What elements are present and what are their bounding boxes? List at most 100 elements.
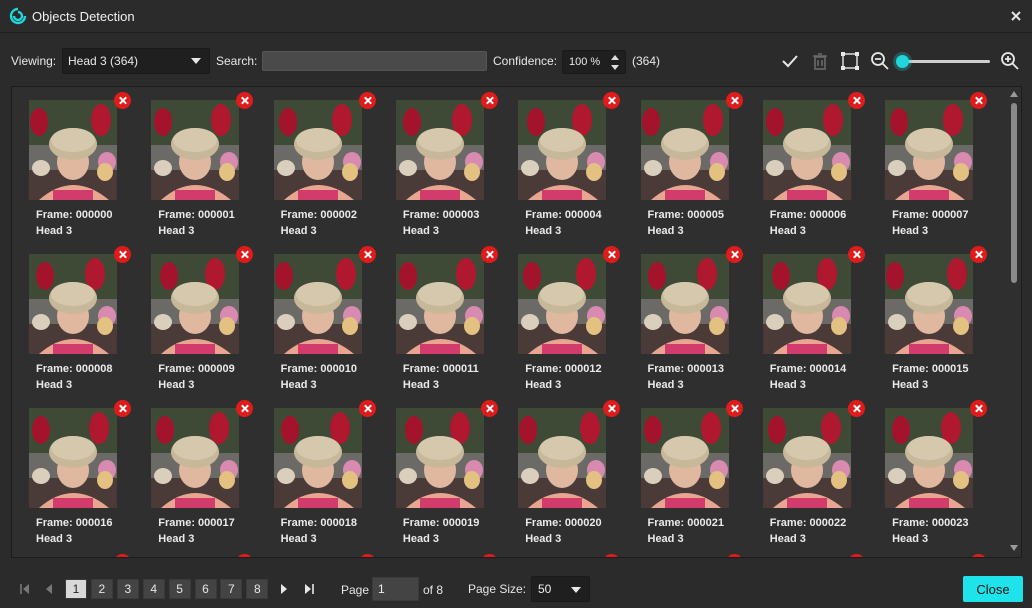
scrollbar-thumb[interactable] — [1011, 103, 1017, 283]
remove-x-icon[interactable] — [725, 246, 743, 263]
detection-thumbnail[interactable] — [518, 254, 607, 354]
page-button[interactable]: 4 — [142, 579, 165, 599]
scroll-down-icon[interactable] — [1010, 545, 1018, 551]
detection-thumbnail[interactable] — [151, 100, 240, 200]
remove-x-icon[interactable] — [725, 400, 743, 417]
detection-thumbnail[interactable] — [395, 408, 484, 508]
detection-thumbnail[interactable] — [518, 408, 607, 508]
page-button[interactable]: 1 — [65, 579, 87, 599]
remove-x-icon[interactable] — [358, 400, 376, 417]
detection-thumbnail[interactable] — [29, 408, 117, 508]
detection-thumbnail[interactable] — [273, 100, 362, 200]
remove-x-icon[interactable] — [480, 400, 498, 417]
detection-card[interactable]: Frame: 000020 Head 3 — [501, 395, 621, 547]
detection-thumbnail[interactable] — [273, 254, 362, 354]
zoom-out-icon[interactable] — [870, 51, 890, 71]
remove-x-icon[interactable] — [847, 92, 865, 109]
page-button[interactable]: 7 — [220, 579, 243, 599]
remove-x-icon[interactable] — [114, 400, 131, 417]
remove-x-icon[interactable] — [114, 92, 131, 109]
remove-x-icon[interactable] — [970, 400, 988, 417]
trash-icon[interactable] — [810, 51, 830, 71]
remove-x-icon[interactable] — [970, 554, 988, 557]
remove-x-icon[interactable] — [114, 246, 131, 263]
remove-x-icon[interactable] — [480, 554, 498, 557]
remove-x-icon[interactable] — [480, 92, 498, 109]
detection-thumbnail[interactable] — [885, 408, 974, 508]
close-icon[interactable] — [1008, 8, 1024, 24]
spin-up-icon[interactable] — [611, 55, 619, 60]
checkmark-icon[interactable] — [780, 51, 800, 71]
detection-card[interactable]: Frame: 000016 Head 3 — [12, 395, 131, 547]
scroll-up-icon[interactable] — [1010, 91, 1018, 97]
detection-card[interactable]: Frame: 000007 Head 3 — [868, 87, 988, 239]
remove-x-icon[interactable] — [603, 92, 621, 109]
vertical-scrollbar[interactable] — [1009, 89, 1019, 555]
remove-x-icon[interactable] — [970, 246, 988, 263]
detection-thumbnail[interactable] — [395, 100, 484, 200]
zoom-in-icon[interactable] — [1000, 51, 1020, 71]
page-number-input[interactable] — [372, 577, 419, 601]
detection-card[interactable]: Frame: 000000 Head 3 — [12, 87, 131, 239]
zoom-slider-track[interactable] — [902, 60, 990, 63]
detection-thumbnail[interactable] — [762, 408, 851, 508]
confidence-value[interactable]: 100 % — [569, 56, 600, 68]
page-button[interactable]: 6 — [194, 579, 217, 599]
prev-page-icon[interactable] — [43, 583, 55, 595]
last-page-icon[interactable] — [303, 583, 315, 595]
detection-thumbnail[interactable] — [762, 100, 851, 200]
remove-x-icon[interactable] — [847, 554, 865, 557]
detection-card[interactable]: Frame: 000010 Head 3 — [257, 241, 376, 393]
bounding-box-icon[interactable] — [840, 51, 860, 71]
page-button[interactable]: 3 — [116, 579, 139, 599]
detection-thumbnail[interactable] — [29, 254, 117, 354]
remove-x-icon[interactable] — [236, 246, 254, 263]
remove-x-icon[interactable] — [236, 400, 254, 417]
remove-x-icon[interactable] — [114, 554, 131, 557]
detection-thumbnail[interactable] — [640, 254, 729, 354]
remove-x-icon[interactable] — [603, 246, 621, 263]
first-page-icon[interactable] — [19, 583, 31, 595]
remove-x-icon[interactable] — [236, 92, 254, 109]
detection-thumbnail[interactable] — [151, 408, 240, 508]
remove-x-icon[interactable] — [970, 92, 988, 109]
detection-thumbnail[interactable] — [640, 100, 729, 200]
remove-x-icon[interactable] — [725, 92, 743, 109]
viewing-dropdown[interactable]: Head 3 (364) — [62, 48, 210, 74]
detection-card[interactable]: Frame: 000005 Head 3 — [624, 87, 743, 239]
detection-card[interactable]: Frame: 000021 Head 3 — [624, 395, 743, 547]
page-button[interactable]: 5 — [168, 579, 191, 599]
detection-card[interactable]: Frame: 000003 Head 3 — [379, 87, 498, 239]
detection-thumbnail[interactable] — [762, 254, 851, 354]
remove-x-icon[interactable] — [358, 92, 376, 109]
detection-card[interactable]: Frame: 000001 Head 3 — [134, 87, 254, 239]
close-button[interactable]: Close — [963, 576, 1023, 602]
detection-card[interactable]: Frame: 000023 Head 3 — [868, 395, 988, 547]
detection-card[interactable]: Frame: 000002 Head 3 — [257, 87, 376, 239]
remove-x-icon[interactable] — [236, 554, 254, 557]
detection-thumbnail[interactable] — [273, 408, 362, 508]
spin-down-icon[interactable] — [611, 65, 619, 70]
detection-card[interactable]: Frame: 000009 Head 3 — [134, 241, 254, 393]
remove-x-icon[interactable] — [480, 246, 498, 263]
detection-card[interactable]: Frame: 000011 Head 3 — [379, 241, 498, 393]
detection-thumbnail[interactable] — [151, 254, 240, 354]
page-button[interactable]: 8 — [246, 579, 269, 599]
confidence-stepper[interactable]: 100 % — [562, 50, 626, 74]
remove-x-icon[interactable] — [358, 554, 376, 557]
remove-x-icon[interactable] — [847, 400, 865, 417]
detection-thumbnail[interactable] — [29, 100, 117, 200]
next-page-icon[interactable] — [278, 583, 290, 595]
remove-x-icon[interactable] — [358, 246, 376, 263]
detection-thumbnail[interactable] — [518, 100, 607, 200]
detection-thumbnail[interactable] — [395, 254, 484, 354]
remove-x-icon[interactable] — [603, 554, 621, 557]
detection-thumbnail[interactable] — [885, 100, 974, 200]
detection-card[interactable]: Frame: 000022 Head 3 — [746, 395, 865, 547]
detection-thumbnail[interactable] — [885, 254, 974, 354]
detection-card[interactable]: Frame: 000014 Head 3 — [746, 241, 865, 393]
detection-card[interactable]: Frame: 000012 Head 3 — [501, 241, 621, 393]
remove-x-icon[interactable] — [847, 246, 865, 263]
detection-card[interactable]: Frame: 000018 Head 3 — [257, 395, 376, 547]
search-input[interactable] — [262, 51, 487, 71]
